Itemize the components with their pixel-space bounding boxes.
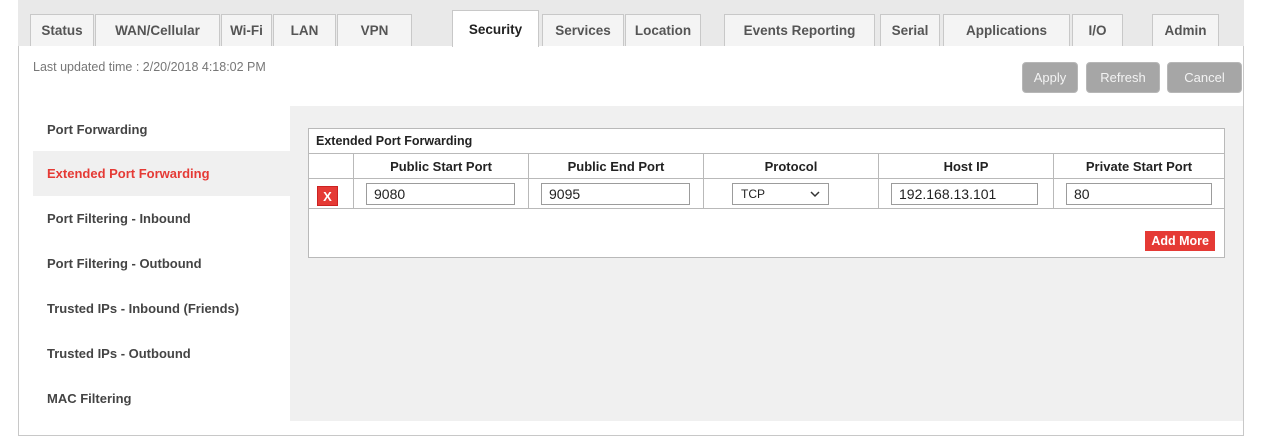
table-cell-action: X [309,179,354,209]
table-cell-public-end-port [529,179,704,209]
host-ip-input[interactable] [891,183,1038,205]
tab-label: Events Reporting [743,23,856,38]
tab-wifi[interactable]: Wi-Fi [221,14,272,46]
sidebar-item-label: MAC Filtering [47,391,132,406]
cancel-button[interactable]: Cancel [1167,62,1242,93]
extended-port-forwarding-table: Extended Port Forwarding Public Start Po… [308,128,1225,258]
tab-label: VPN [360,23,389,38]
protocol-select[interactable]: TCP [732,183,829,205]
table-title: Extended Port Forwarding [309,129,1224,154]
tab-location[interactable]: Location [625,14,701,46]
tab-wan-cellular[interactable]: WAN/Cellular [95,14,220,46]
last-updated-text: Last updated time : 2/20/2018 4:18:02 PM [33,60,266,74]
protocol-select-value: TCP [741,187,765,201]
table-cell-host-ip [879,179,1054,209]
sidebar-item-mac-filtering[interactable]: MAC Filtering [33,376,291,421]
delete-row-button[interactable]: X [317,186,338,206]
tab-status[interactable]: Status [30,14,94,46]
sidebar-item-trusted-ips-outbound[interactable]: Trusted IPs - Outbound [33,331,291,376]
private-start-port-input[interactable] [1066,183,1212,205]
tab-label: LAN [290,23,319,38]
table-header-public-end-port: Public End Port [529,154,704,179]
sidebar-item-label: Port Filtering - Inbound [47,211,191,226]
sidebar-item-extended-port-forwarding[interactable]: Extended Port Forwarding [33,151,291,196]
tab-label: Services [555,23,611,38]
main-tab-bar: Status WAN/Cellular Wi-Fi LAN VPN Securi… [18,0,1244,47]
table-header-protocol: Protocol [704,154,879,179]
table-header-private-start-port: Private Start Port [1054,154,1224,179]
table-cell-public-start-port [354,179,529,209]
table-header-host-ip: Host IP [879,154,1054,179]
tab-serial[interactable]: Serial [880,14,940,46]
tab-applications[interactable]: Applications [943,14,1070,46]
tab-admin[interactable]: Admin [1152,14,1219,46]
table-cell-protocol: TCP [704,179,879,209]
tab-events-reporting[interactable]: Events Reporting [724,14,875,46]
table-header-public-start-port: Public Start Port [354,154,529,179]
sidebar-item-label: Trusted IPs - Outbound [47,346,191,361]
public-end-port-input[interactable] [541,183,690,205]
tab-label: Wi-Fi [230,23,263,38]
add-more-button[interactable]: Add More [1145,231,1215,251]
tab-label: Status [41,23,83,38]
sidebar-item-port-filtering-inbound[interactable]: Port Filtering - Inbound [33,196,291,241]
public-start-port-input[interactable] [366,183,515,205]
table-cell-private-start-port [1054,179,1224,209]
tab-label: Security [468,21,523,37]
sidebar-item-label: Trusted IPs - Inbound (Friends) [47,301,240,316]
tab-label: WAN/Cellular [115,23,200,38]
sidebar-item-port-forwarding[interactable]: Port Forwarding [33,107,291,152]
sidebar-item-label: Extended Port Forwarding [47,166,210,181]
sidebar-item-trusted-ips-inbound[interactable]: Trusted IPs - Inbound (Friends) [33,286,291,331]
tab-label: Applications [965,23,1047,38]
tab-label: Serial [891,23,929,38]
chevron-down-icon [810,190,820,197]
tab-vpn[interactable]: VPN [337,14,412,46]
sidebar-item-label: Port Filtering - Outbound [47,256,202,271]
sidebar-item-label: Port Forwarding [47,122,148,137]
tab-lan[interactable]: LAN [273,14,336,46]
tab-label: I/O [1088,23,1107,38]
sidebar-item-port-filtering-outbound[interactable]: Port Filtering - Outbound [33,241,291,286]
table-header-action [309,154,354,179]
tab-security[interactable]: Security [452,10,539,47]
tab-io[interactable]: I/O [1072,14,1123,46]
content-frame: Last updated time : 2/20/2018 4:18:02 PM… [18,46,1244,436]
refresh-button[interactable]: Refresh [1086,62,1160,93]
tab-services[interactable]: Services [542,14,624,46]
tab-label: Admin [1164,23,1207,38]
tab-label: Location [634,23,692,38]
apply-button[interactable]: Apply [1022,62,1078,93]
